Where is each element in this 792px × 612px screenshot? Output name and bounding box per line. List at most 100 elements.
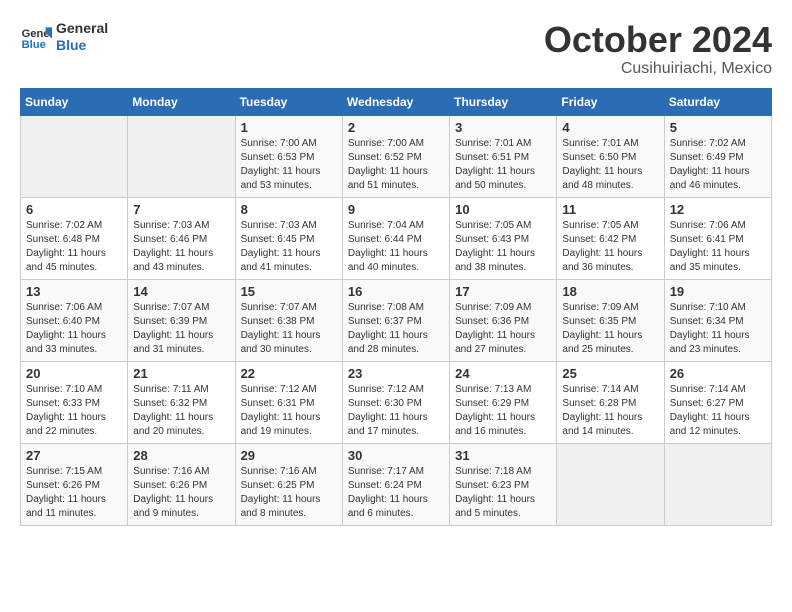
calendar-cell: 27 Sunrise: 7:15 AMSunset: 6:26 PMDaylig… (21, 443, 128, 525)
day-number: 2 (348, 120, 444, 135)
day-info: Sunrise: 7:03 AMSunset: 6:45 PMDaylight:… (241, 219, 337, 275)
day-number: 30 (348, 448, 444, 463)
weekday-header: Monday (128, 88, 235, 115)
day-info: Sunrise: 7:12 AMSunset: 6:31 PMDaylight:… (241, 383, 337, 439)
day-info: Sunrise: 7:15 AMSunset: 6:26 PMDaylight:… (26, 465, 122, 521)
calendar-cell (557, 443, 664, 525)
day-info: Sunrise: 7:09 AMSunset: 6:35 PMDaylight:… (562, 301, 658, 357)
calendar-table: SundayMondayTuesdayWednesdayThursdayFrid… (20, 88, 772, 526)
logo-blue: Blue (56, 37, 108, 54)
weekday-header: Friday (557, 88, 664, 115)
day-info: Sunrise: 7:02 AMSunset: 6:48 PMDaylight:… (26, 219, 122, 275)
calendar-cell: 2 Sunrise: 7:00 AMSunset: 6:52 PMDayligh… (342, 115, 449, 197)
month-title: October 2024 (544, 20, 772, 60)
day-info: Sunrise: 7:03 AMSunset: 6:46 PMDaylight:… (133, 219, 229, 275)
day-info: Sunrise: 7:05 AMSunset: 6:42 PMDaylight:… (562, 219, 658, 275)
day-number: 4 (562, 120, 658, 135)
calendar-cell: 20 Sunrise: 7:10 AMSunset: 6:33 PMDaylig… (21, 361, 128, 443)
day-number: 26 (670, 366, 766, 381)
day-number: 25 (562, 366, 658, 381)
calendar-cell: 31 Sunrise: 7:18 AMSunset: 6:23 PMDaylig… (450, 443, 557, 525)
calendar-cell (664, 443, 771, 525)
day-info: Sunrise: 7:16 AMSunset: 6:26 PMDaylight:… (133, 465, 229, 521)
calendar-cell: 18 Sunrise: 7:09 AMSunset: 6:35 PMDaylig… (557, 279, 664, 361)
calendar-cell: 16 Sunrise: 7:08 AMSunset: 6:37 PMDaylig… (342, 279, 449, 361)
day-number: 22 (241, 366, 337, 381)
day-number: 13 (26, 284, 122, 299)
calendar-cell: 6 Sunrise: 7:02 AMSunset: 6:48 PMDayligh… (21, 197, 128, 279)
calendar-cell (21, 115, 128, 197)
day-info: Sunrise: 7:01 AMSunset: 6:51 PMDaylight:… (455, 137, 551, 193)
day-info: Sunrise: 7:10 AMSunset: 6:34 PMDaylight:… (670, 301, 766, 357)
calendar-cell: 1 Sunrise: 7:00 AMSunset: 6:53 PMDayligh… (235, 115, 342, 197)
day-number: 19 (670, 284, 766, 299)
day-number: 28 (133, 448, 229, 463)
day-info: Sunrise: 7:09 AMSunset: 6:36 PMDaylight:… (455, 301, 551, 357)
day-info: Sunrise: 7:07 AMSunset: 6:38 PMDaylight:… (241, 301, 337, 357)
day-number: 11 (562, 202, 658, 217)
day-info: Sunrise: 7:16 AMSunset: 6:25 PMDaylight:… (241, 465, 337, 521)
logo-icon: General Blue (20, 21, 52, 53)
calendar-cell: 5 Sunrise: 7:02 AMSunset: 6:49 PMDayligh… (664, 115, 771, 197)
calendar-cell: 24 Sunrise: 7:13 AMSunset: 6:29 PMDaylig… (450, 361, 557, 443)
day-info: Sunrise: 7:04 AMSunset: 6:44 PMDaylight:… (348, 219, 444, 275)
day-number: 20 (26, 366, 122, 381)
day-info: Sunrise: 7:05 AMSunset: 6:43 PMDaylight:… (455, 219, 551, 275)
day-info: Sunrise: 7:17 AMSunset: 6:24 PMDaylight:… (348, 465, 444, 521)
day-number: 10 (455, 202, 551, 217)
svg-text:Blue: Blue (22, 39, 46, 51)
day-info: Sunrise: 7:14 AMSunset: 6:27 PMDaylight:… (670, 383, 766, 439)
day-number: 1 (241, 120, 337, 135)
day-number: 5 (670, 120, 766, 135)
day-number: 29 (241, 448, 337, 463)
day-number: 27 (26, 448, 122, 463)
calendar-cell: 4 Sunrise: 7:01 AMSunset: 6:50 PMDayligh… (557, 115, 664, 197)
day-number: 31 (455, 448, 551, 463)
day-number: 12 (670, 202, 766, 217)
day-info: Sunrise: 7:00 AMSunset: 6:52 PMDaylight:… (348, 137, 444, 193)
calendar-cell: 8 Sunrise: 7:03 AMSunset: 6:45 PMDayligh… (235, 197, 342, 279)
day-number: 21 (133, 366, 229, 381)
day-info: Sunrise: 7:12 AMSunset: 6:30 PMDaylight:… (348, 383, 444, 439)
calendar-cell: 11 Sunrise: 7:05 AMSunset: 6:42 PMDaylig… (557, 197, 664, 279)
calendar-cell: 3 Sunrise: 7:01 AMSunset: 6:51 PMDayligh… (450, 115, 557, 197)
day-number: 17 (455, 284, 551, 299)
calendar-cell: 25 Sunrise: 7:14 AMSunset: 6:28 PMDaylig… (557, 361, 664, 443)
day-info: Sunrise: 7:18 AMSunset: 6:23 PMDaylight:… (455, 465, 551, 521)
day-number: 18 (562, 284, 658, 299)
calendar-cell: 7 Sunrise: 7:03 AMSunset: 6:46 PMDayligh… (128, 197, 235, 279)
calendar-cell (128, 115, 235, 197)
location-subtitle: Cusihuiriachi, Mexico (544, 60, 772, 78)
day-info: Sunrise: 7:11 AMSunset: 6:32 PMDaylight:… (133, 383, 229, 439)
day-info: Sunrise: 7:07 AMSunset: 6:39 PMDaylight:… (133, 301, 229, 357)
day-info: Sunrise: 7:01 AMSunset: 6:50 PMDaylight:… (562, 137, 658, 193)
day-number: 14 (133, 284, 229, 299)
day-info: Sunrise: 7:00 AMSunset: 6:53 PMDaylight:… (241, 137, 337, 193)
day-number: 24 (455, 366, 551, 381)
calendar-cell: 15 Sunrise: 7:07 AMSunset: 6:38 PMDaylig… (235, 279, 342, 361)
calendar-cell: 30 Sunrise: 7:17 AMSunset: 6:24 PMDaylig… (342, 443, 449, 525)
calendar-cell: 21 Sunrise: 7:11 AMSunset: 6:32 PMDaylig… (128, 361, 235, 443)
calendar-cell: 10 Sunrise: 7:05 AMSunset: 6:43 PMDaylig… (450, 197, 557, 279)
day-number: 23 (348, 366, 444, 381)
day-number: 7 (133, 202, 229, 217)
calendar-cell: 19 Sunrise: 7:10 AMSunset: 6:34 PMDaylig… (664, 279, 771, 361)
day-info: Sunrise: 7:14 AMSunset: 6:28 PMDaylight:… (562, 383, 658, 439)
calendar-cell: 28 Sunrise: 7:16 AMSunset: 6:26 PMDaylig… (128, 443, 235, 525)
calendar-cell: 26 Sunrise: 7:14 AMSunset: 6:27 PMDaylig… (664, 361, 771, 443)
calendar-cell: 13 Sunrise: 7:06 AMSunset: 6:40 PMDaylig… (21, 279, 128, 361)
day-number: 16 (348, 284, 444, 299)
day-info: Sunrise: 7:13 AMSunset: 6:29 PMDaylight:… (455, 383, 551, 439)
day-info: Sunrise: 7:10 AMSunset: 6:33 PMDaylight:… (26, 383, 122, 439)
weekday-header: Wednesday (342, 88, 449, 115)
day-info: Sunrise: 7:06 AMSunset: 6:41 PMDaylight:… (670, 219, 766, 275)
day-number: 15 (241, 284, 337, 299)
day-number: 3 (455, 120, 551, 135)
calendar-cell: 29 Sunrise: 7:16 AMSunset: 6:25 PMDaylig… (235, 443, 342, 525)
calendar-cell: 12 Sunrise: 7:06 AMSunset: 6:41 PMDaylig… (664, 197, 771, 279)
calendar-cell: 14 Sunrise: 7:07 AMSunset: 6:39 PMDaylig… (128, 279, 235, 361)
day-number: 6 (26, 202, 122, 217)
weekday-header: Saturday (664, 88, 771, 115)
day-info: Sunrise: 7:02 AMSunset: 6:49 PMDaylight:… (670, 137, 766, 193)
calendar-cell: 9 Sunrise: 7:04 AMSunset: 6:44 PMDayligh… (342, 197, 449, 279)
